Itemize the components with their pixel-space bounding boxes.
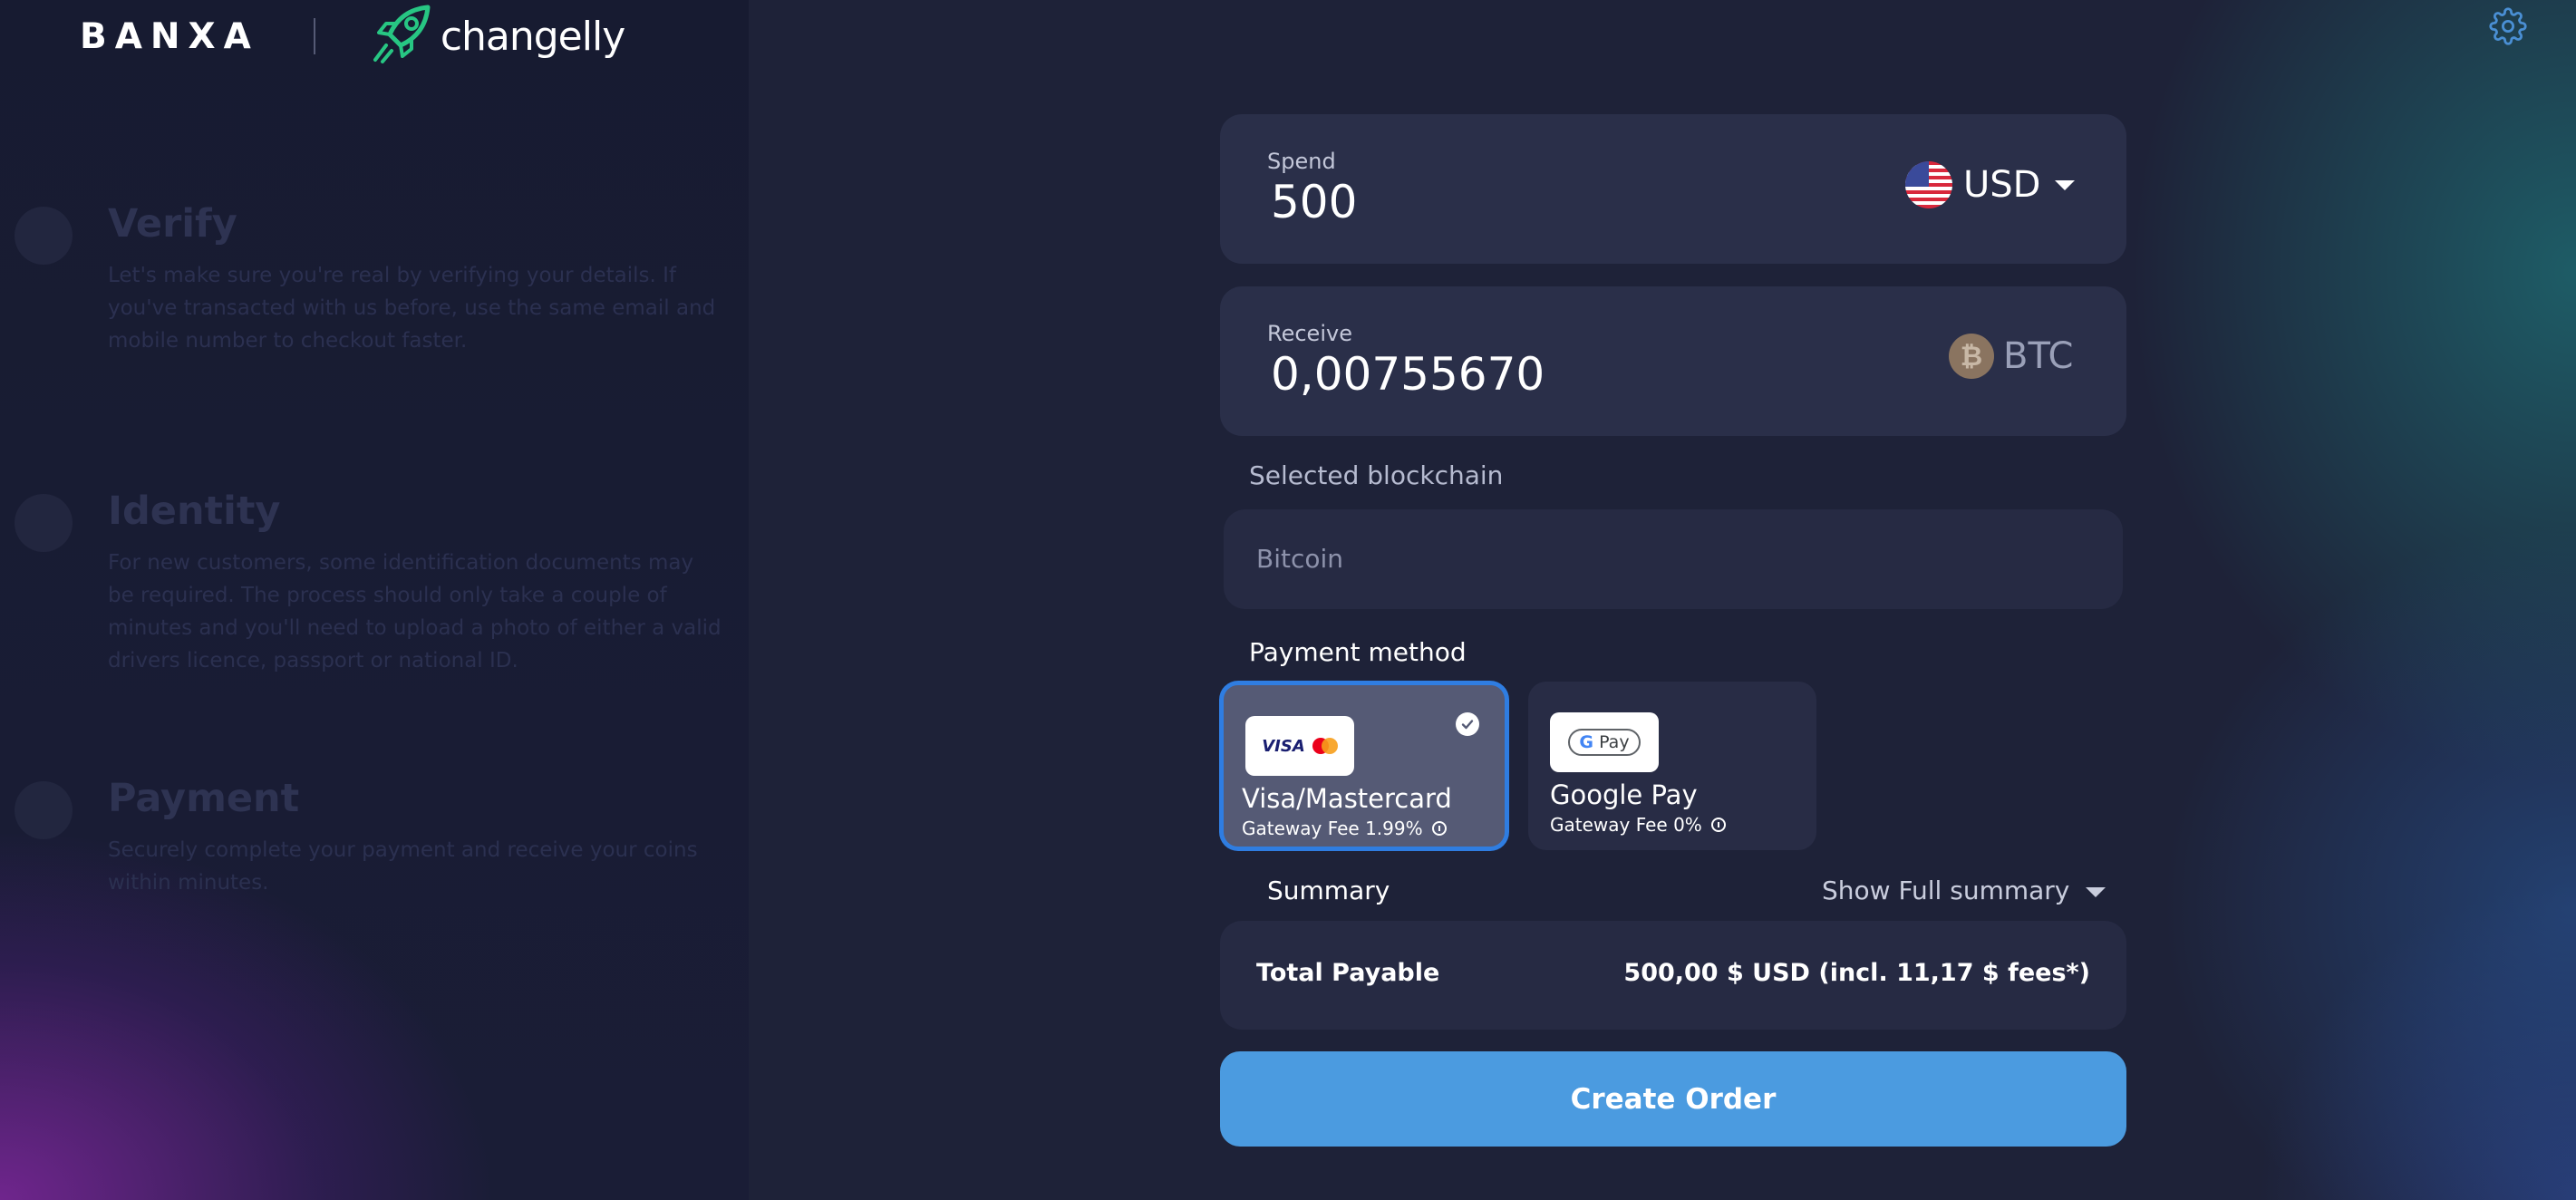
gateway-fee-text: Gateway Fee 0% — [1550, 814, 1702, 836]
total-payable-value: 500,00 $ USD (incl. 11,17 $ fees*) — [1623, 959, 2090, 987]
logo-divider — [313, 18, 315, 54]
payment-option-name: Google Pay — [1550, 779, 1698, 810]
step-description: For new customers, some identification d… — [108, 551, 721, 673]
receive-card: Receive 0,00755670 ₿ BTC — [1220, 286, 2126, 436]
blockchain-value: Bitcoin — [1256, 544, 1344, 574]
payment-option-visa-mastercard[interactable]: VISA Visa/Mastercard Gateway Fee 1.99% — [1220, 682, 1508, 850]
payment-option-fee: Gateway Fee 0% — [1550, 814, 1726, 836]
payment-option-name: Visa/Mastercard — [1242, 783, 1452, 814]
spend-label: Spend — [1267, 149, 1336, 174]
brand-logos: BANXA changelly — [80, 5, 625, 63]
chevron-down-icon — [2086, 887, 2106, 897]
show-full-summary-toggle[interactable]: Show Full summary — [1822, 876, 2106, 905]
receive-amount: 0,00755670 — [1271, 348, 1545, 401]
gateway-fee-text: Gateway Fee 1.99% — [1242, 818, 1423, 839]
step-description: Securely complete your payment and recei… — [108, 838, 698, 895]
summary-label: Summary — [1267, 876, 1390, 905]
summary-toggle-label: Show Full summary — [1822, 876, 2070, 905]
step-number — [15, 207, 73, 265]
step-number — [15, 494, 73, 552]
google-pay-logo: G Pay — [1550, 712, 1659, 772]
step-title: Identity — [108, 489, 281, 534]
step-title: Payment — [108, 776, 300, 821]
changelly-logo: changelly — [370, 4, 625, 69]
us-flag-icon — [1905, 161, 1952, 208]
payment-option-google-pay[interactable]: G Pay Google Pay Gateway Fee 0% — [1528, 682, 1816, 850]
settings-icon[interactable] — [2489, 7, 2527, 45]
receive-label: Receive — [1267, 321, 1352, 346]
create-order-button[interactable]: Create Order — [1220, 1051, 2126, 1147]
info-icon[interactable] — [1710, 818, 1726, 832]
spend-card: Spend 500 USD — [1220, 114, 2126, 264]
payment-option-fee: Gateway Fee 1.99% — [1242, 818, 1447, 839]
banxa-logo: BANXA — [80, 15, 259, 57]
bitcoin-icon: ₿ — [1949, 334, 1994, 379]
step-description: Let's make sure you're real by verifying… — [108, 264, 716, 353]
total-payable-label: Total Payable — [1256, 959, 1440, 987]
blockchain-field: Bitcoin — [1224, 509, 2123, 609]
receive-currency: ₿ BTC — [1949, 334, 2073, 379]
payment-method-label: Payment method — [1249, 637, 1467, 667]
info-icon[interactable] — [1431, 821, 1447, 836]
receive-currency-code: BTC — [2003, 335, 2074, 377]
spend-currency-code: USD — [1963, 164, 2041, 206]
step-number — [15, 781, 73, 839]
spend-amount-input[interactable]: 500 — [1271, 176, 1357, 228]
visa-mastercard-logo: VISA — [1245, 716, 1354, 776]
rocket-icon — [370, 4, 435, 69]
chevron-down-icon — [2055, 179, 2076, 190]
check-circle-icon — [1456, 712, 1479, 736]
currency-selector[interactable]: USD — [1905, 161, 2076, 208]
blockchain-label: Selected blockchain — [1249, 460, 1504, 490]
total-payable-card: Total Payable 500,00 $ USD (incl. 11,17 … — [1220, 921, 2126, 1030]
step-title: Verify — [108, 201, 237, 247]
left-panel: BANXA changelly Verify Let's make sure y… — [0, 0, 749, 1200]
changelly-wordmark: changelly — [440, 13, 625, 60]
